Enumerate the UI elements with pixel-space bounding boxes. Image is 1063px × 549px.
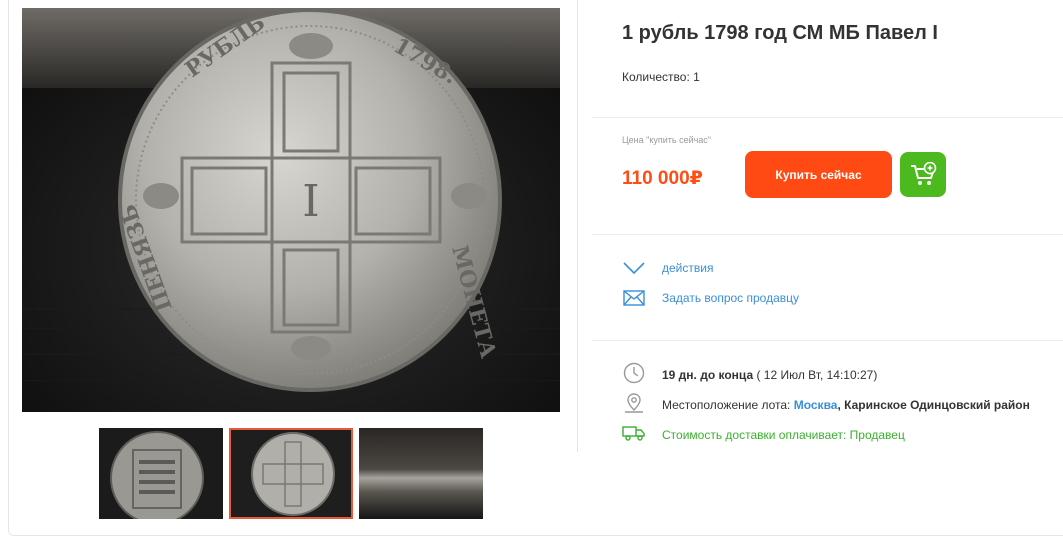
map-pin-icon [623,392,645,414]
actions-link[interactable]: действия [662,261,713,275]
coin-obverse-thumbnail [231,430,351,517]
lot-title: 1 рубль 1798 год СМ МБ Павел I [622,22,938,44]
location-line: Местоположение лота: Москва, Каринское О… [662,398,1030,412]
column-divider [577,0,578,452]
thumbnail-2[interactable] [229,428,353,519]
envelope-icon[interactable] [623,290,645,306]
coin-reverse-thumbnail [99,428,223,519]
delivery-info: Стоимость доставки оплачивает: Продавец [662,428,905,442]
cart-plus-icon [911,161,937,185]
price-caption: Цена "купить сейчас" [622,135,712,145]
coin-photo-image: I 1798. РУБЛЬ МОНЕТА ПЕНЯЗЬ [22,8,560,412]
truck-icon [622,424,646,442]
chevron-down-icon[interactable] [622,260,646,276]
thumbnail-1[interactable] [99,428,223,519]
time-left-line: 19 дн. до конца ( 12 Июл Вт, 14:10:27) [662,368,877,382]
section-divider [592,340,1063,341]
section-divider [592,234,1063,235]
location-label: Местоположение лота: [662,398,794,412]
lot-quantity: Количество: 1 [622,70,700,84]
coin-edge-thumbnail [359,428,483,519]
main-photo[interactable]: I 1798. РУБЛЬ МОНЕТА ПЕНЯЗЬ [22,8,560,412]
svg-text:I: I [302,176,319,227]
end-date: ( 12 Июл Вт, 14:10:27) [753,368,878,382]
buy-now-button[interactable]: Купить сейчас [745,151,892,198]
lot-price: 110 000₽ [622,168,703,189]
add-to-cart-button[interactable] [900,152,946,197]
section-divider [592,117,1063,118]
ask-seller-link[interactable]: Задать вопрос продавцу [662,291,799,305]
region: , Каринское Одинцовский район [837,398,1030,412]
clock-icon [623,362,645,384]
time-left: 19 дн. до конца [662,368,754,382]
city-link[interactable]: Москва [794,398,838,412]
thumbnail-3[interactable] [359,428,483,519]
